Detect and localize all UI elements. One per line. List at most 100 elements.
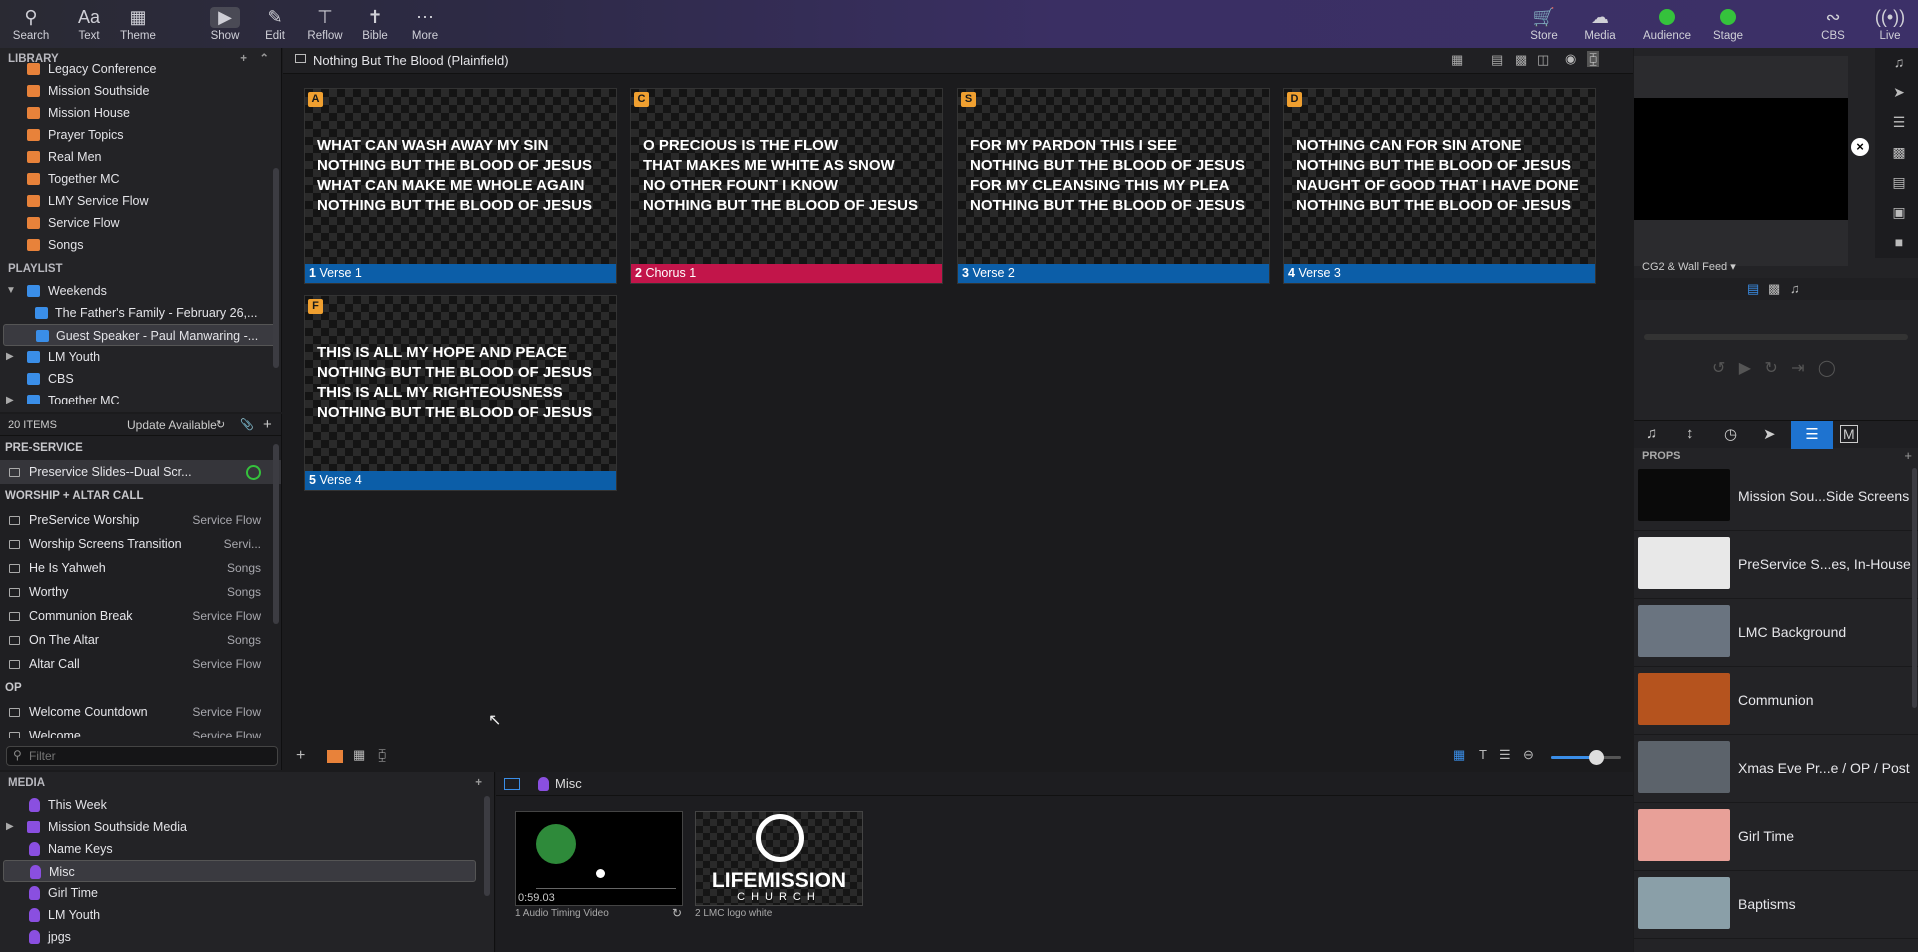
library-item[interactable]: Mission House: [0, 102, 281, 124]
library-item[interactable]: Songs: [0, 234, 281, 256]
media-thumb-audio-timing[interactable]: 0:59.03: [515, 811, 683, 906]
messages-icon[interactable]: ➤: [1888, 84, 1910, 101]
prop-item[interactable]: PreService S...es, In-House: [1634, 532, 1918, 599]
messages-tab-icon[interactable]: ➤: [1763, 425, 1776, 443]
chevron-right-icon[interactable]: ▶: [6, 816, 14, 838]
layers-icon[interactable]: ☰: [1888, 114, 1910, 131]
props-scrollbar[interactable]: [1912, 468, 1917, 708]
more-button[interactable]: ⋯ More: [395, 4, 455, 43]
prop-item[interactable]: Baptisms: [1634, 872, 1918, 939]
transport-progress[interactable]: [1644, 334, 1908, 340]
props-tab-icon[interactable]: ☰: [1791, 421, 1833, 449]
close-icon[interactable]: ×: [1851, 138, 1869, 156]
add-media-icon[interactable]: +: [475, 772, 482, 794]
slide-5[interactable]: F THIS IS ALL MY HOPE AND PEACE NOTHING …: [304, 295, 617, 491]
play-icon[interactable]: ▶: [1739, 360, 1751, 377]
stage-button[interactable]: Stage: [1698, 4, 1758, 42]
filter-input[interactable]: [29, 748, 269, 764]
output-screen-select[interactable]: CG2 & Wall Feed ▾: [1642, 260, 1736, 273]
slides-tab-icon[interactable]: ▤: [1747, 281, 1759, 297]
view-options-icon[interactable]: ▦: [1451, 52, 1463, 68]
grid-icon[interactable]: ▦: [1453, 747, 1465, 763]
announcements-tab-icon[interactable]: ▩: [1768, 281, 1780, 297]
zoom-icon[interactable]: ⊖: [1523, 747, 1534, 763]
slide-3[interactable]: S FOR MY PARDON THIS I SEE NOTHING BUT T…: [957, 88, 1270, 284]
add-item-icon[interactable]: +: [263, 414, 272, 436]
library-item[interactable]: Service Flow: [0, 212, 281, 234]
cbs-button[interactable]: ∾ CBS: [1803, 4, 1863, 43]
slide-2[interactable]: C O PRECIOUS IS THE FLOW THAT MAKES ME W…: [630, 88, 943, 284]
store-button[interactable]: 🛒 Store: [1514, 4, 1574, 43]
item-row[interactable]: Welcome Countdown Service Flow: [0, 700, 281, 724]
announcement-icon[interactable]: ▩: [1888, 144, 1910, 161]
playlist-folder-together[interactable]: ▶ Together MC: [0, 390, 281, 404]
live-button[interactable]: ((•)) Live: [1860, 4, 1918, 43]
media-item-selected[interactable]: Misc: [3, 860, 476, 882]
rewind-icon[interactable]: ↺: [1712, 360, 1725, 377]
clear-icon[interactable]: ◯: [1818, 360, 1836, 377]
image-icon[interactable]: ▣: [1888, 204, 1910, 221]
skip-icon[interactable]: ⇥: [1791, 360, 1804, 377]
list-view-icon[interactable]: ☰: [1499, 747, 1511, 763]
items-scrollbar[interactable]: [273, 444, 279, 624]
item-row[interactable]: Communion Break Service Flow: [0, 604, 281, 628]
paperclip-icon[interactable]: 📎: [240, 414, 254, 436]
layout-icon[interactable]: ▩: [1515, 52, 1527, 68]
add-slide-icon[interactable]: +: [296, 747, 305, 765]
record-icon[interactable]: ◉: [1565, 51, 1576, 67]
playlist-folder-lm-youth[interactable]: ▶ LM Youth: [0, 346, 281, 368]
audience-button[interactable]: Audience: [1637, 4, 1697, 42]
zoom-slider-thumb[interactable]: [1589, 750, 1604, 765]
media-thumb-lmc-logo[interactable]: LIFEMISSION CHURCH: [695, 811, 863, 906]
add-prop-icon[interactable]: +: [1904, 448, 1912, 463]
transition-icon[interactable]: ⧮: [378, 747, 386, 763]
theme-button[interactable]: ▦ Theme: [108, 4, 168, 43]
slide-1[interactable]: A WHAT CAN WASH AWAY MY SIN NOTHING BUT …: [304, 88, 617, 284]
split-icon[interactable]: ◫: [1537, 52, 1549, 68]
macros-icon[interactable]: M: [1840, 425, 1858, 443]
item-row[interactable]: Worship Screens Transition Servi...: [0, 532, 281, 556]
media-item[interactable]: Name Keys: [0, 838, 494, 860]
text-view-icon[interactable]: T: [1479, 747, 1487, 762]
chevron-right-icon[interactable]: ▶: [6, 390, 14, 404]
sidebar-toggle-icon[interactable]: [504, 778, 520, 790]
playlist-item-cbs[interactable]: CBS: [0, 368, 281, 390]
library-item[interactable]: Together MC: [0, 168, 281, 190]
library-item[interactable]: Legacy Conference: [0, 58, 281, 80]
media-item[interactable]: jpgs: [0, 926, 494, 948]
prop-item[interactable]: Communion: [1634, 668, 1918, 735]
music-note-icon[interactable]: ♫: [1888, 54, 1910, 70]
prop-item[interactable]: LMC Background: [1634, 600, 1918, 667]
library-item[interactable]: LMY Service Flow: [0, 190, 281, 212]
item-row[interactable]: Welcome Service Flow: [0, 724, 281, 738]
props-icon[interactable]: ▤: [1888, 174, 1910, 191]
update-available-button[interactable]: Update Available: [127, 414, 217, 436]
search-button[interactable]: ⚲ Search: [1, 4, 61, 43]
media-button[interactable]: ☁ Media: [1570, 4, 1630, 43]
filter-field[interactable]: ⚲: [6, 746, 278, 766]
forward-icon[interactable]: ↻: [1764, 360, 1777, 377]
transition-icon[interactable]: ⧮: [1587, 51, 1600, 67]
prop-item[interactable]: Mission Sou...Side Screens: [1634, 464, 1918, 531]
item-row[interactable]: PreService Worship Service Flow: [0, 508, 281, 532]
library-item[interactable]: Prayer Topics: [0, 124, 281, 146]
timer-icon[interactable]: ◷: [1724, 425, 1737, 443]
chevron-right-icon[interactable]: ▶: [6, 346, 14, 368]
loop-icon[interactable]: ↻: [672, 906, 682, 920]
media-scrollbar[interactable]: [484, 796, 490, 896]
zoom-slider[interactable]: [1551, 750, 1621, 765]
media-item[interactable]: ▶ Mission Southside Media: [0, 816, 494, 838]
media-item[interactable]: Girl Time: [0, 882, 494, 904]
audio-icon[interactable]: ♫: [1646, 425, 1657, 442]
checker-icon[interactable]: ▦: [353, 747, 365, 763]
library-scrollbar[interactable]: [273, 168, 279, 368]
chevron-down-icon[interactable]: ▼: [6, 280, 16, 302]
playlist-item[interactable]: The Father's Family - February 26,...: [0, 302, 281, 324]
library-item[interactable]: Real Men: [0, 146, 281, 168]
library-item[interactable]: Mission Southside: [0, 80, 281, 102]
item-row[interactable]: Preservice Slides--Dual Scr...: [0, 460, 281, 484]
audio-tab-icon[interactable]: ♫: [1790, 281, 1800, 296]
item-row[interactable]: On The Altar Songs: [0, 628, 281, 652]
prop-item[interactable]: Girl Time: [1634, 804, 1918, 871]
prop-item[interactable]: Xmas Eve Pr...e / OP / Post: [1634, 736, 1918, 803]
